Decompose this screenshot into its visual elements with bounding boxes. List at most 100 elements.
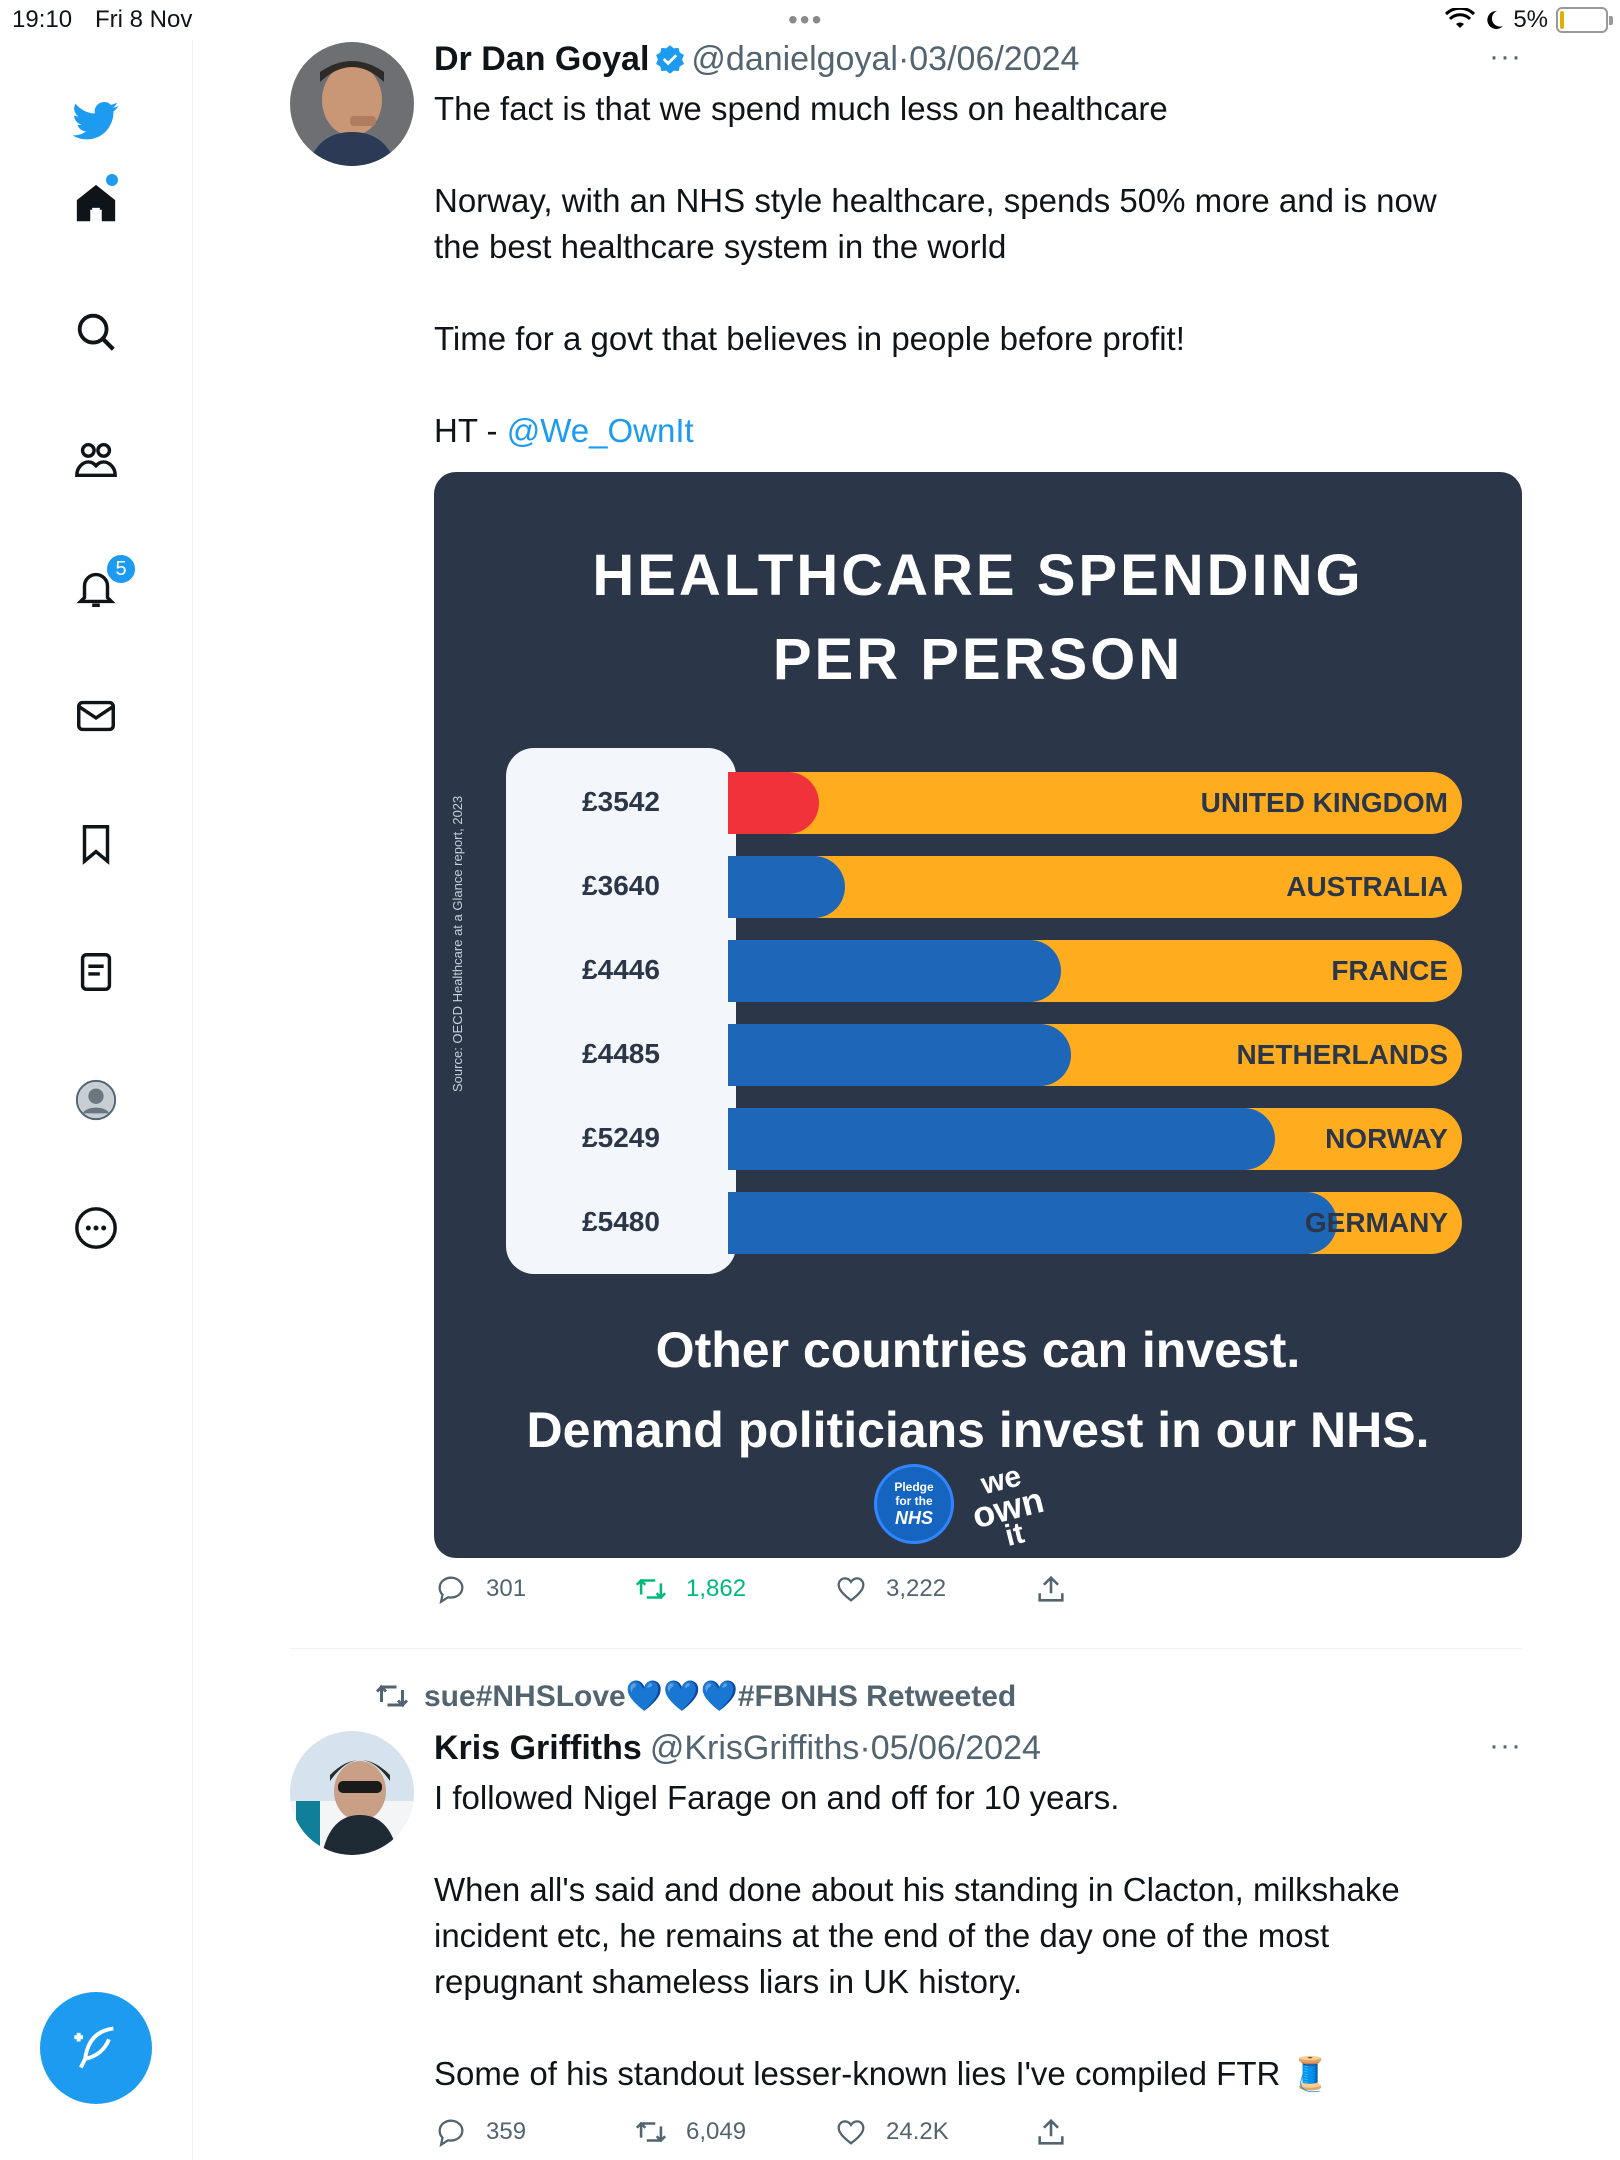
bar-track: FRANCE — [728, 940, 1462, 1002]
bar-fill — [728, 1024, 1071, 1086]
like-button[interactable]: 3,222 — [834, 1572, 946, 1606]
header-separator: · — [859, 1729, 871, 1767]
tweet-line: I followed Nigel Farage on and off for 1… — [434, 1779, 1120, 1816]
tweet-line: The fact is that we spend much less on h… — [434, 90, 1168, 127]
communities-icon[interactable] — [66, 430, 126, 490]
share-button[interactable] — [1034, 1572, 1068, 1606]
reply-count: 359 — [486, 2118, 527, 2145]
home-new-dot — [106, 174, 118, 186]
twitter-logo-icon[interactable] — [66, 90, 126, 150]
tweet-header: Kris Griffiths @KrisGriffiths·05/06/2024 — [434, 1729, 1041, 1768]
author-handle[interactable]: @danielgoyal — [691, 40, 898, 78]
tweet-more-menu-icon[interactable]: ··· — [1489, 40, 1522, 74]
retweet-count: 1,862 — [686, 1575, 747, 1602]
status-date: Fri 8 Nov — [95, 6, 193, 33]
chart-title: HEALTHCARE SPENDING PER PERSON — [434, 534, 1522, 702]
reply-icon — [438, 1576, 464, 1605]
chart-footer: Other countries can invest. Demand polit… — [434, 1310, 1522, 1470]
retweet-small-icon — [375, 1684, 409, 1708]
tweet-text: I followed Nigel Farage on and off for 1… — [434, 1775, 1514, 2097]
multitasking-dots-icon[interactable]: ••• — [788, 4, 823, 36]
retweet-icon — [635, 2121, 667, 2143]
like-count: 24.2K — [886, 2118, 949, 2145]
bar-value-label: £3542 — [582, 786, 660, 817]
lists-icon[interactable] — [66, 942, 126, 1002]
bar-value-label: £4485 — [582, 1038, 660, 1069]
bar-category-label: UNITED KINGDOM — [1200, 787, 1448, 818]
retweeted-label: #FBNHS Retweeted — [737, 1679, 1017, 1713]
bar-value-label: £4446 — [582, 954, 660, 985]
messages-mail-icon[interactable] — [66, 686, 126, 746]
bar-value-label: £5480 — [582, 1206, 660, 1237]
tweet-line-ht: HT - @We_OwnIt — [434, 408, 1514, 454]
retweet-button[interactable]: 1,862 — [634, 1572, 746, 1606]
search-icon[interactable] — [66, 302, 126, 362]
chart-footer-line2: Demand politicians invest in our NHS. — [526, 1402, 1430, 1458]
reply-icon — [438, 2119, 464, 2148]
author-name[interactable]: Dr Dan Goyal — [434, 40, 649, 78]
tweet[interactable]: Dr Dan Goyal @danielgoyal·03/06/2024 ··· … — [290, 40, 1522, 1680]
bar-track: AUSTRALIA — [728, 856, 1462, 918]
verified-badge-icon — [656, 45, 685, 74]
compose-tweet-button[interactable] — [40, 1992, 152, 2104]
share-button[interactable] — [1034, 2115, 1068, 2149]
tweet-date[interactable]: 05/06/2024 — [871, 1729, 1041, 1767]
bar-track: NETHERLANDS — [728, 1024, 1462, 1086]
tweet-line: incident etc, he remains at the end of t… — [434, 1917, 1330, 1954]
more-options-icon[interactable] — [66, 1198, 126, 1258]
bar-fill — [728, 772, 819, 834]
status-bar: 19:10 Fri 8 Nov ••• 5% — [0, 0, 1620, 40]
tweet[interactable]: Kris Griffiths @KrisGriffiths·05/06/2024 … — [290, 1729, 1522, 2160]
battery-percent: 5% — [1513, 6, 1548, 33]
logo1-text: NHS — [894, 1508, 933, 1528]
chart-footer-line1: Other countries can invest. — [655, 1322, 1301, 1378]
bar-track: NORWAY — [728, 1108, 1462, 1170]
logo1-text: for the — [895, 1494, 933, 1508]
mention-link[interactable]: @We_OwnIt — [507, 412, 694, 449]
like-button[interactable]: 24.2K — [834, 2115, 949, 2149]
sidebar-nav: 5 — [0, 40, 193, 2160]
tweet-line: the best healthcare system in the world — [434, 228, 1007, 265]
tweet-line: Time for a govt that believes in people … — [434, 320, 1185, 357]
tweet-header: Dr Dan Goyal @danielgoyal·03/06/2024 — [434, 40, 1079, 79]
tweet-line — [434, 362, 1514, 408]
tweet-line: When all's said and done about his stand… — [434, 1871, 1400, 1908]
avatar[interactable] — [290, 42, 414, 166]
retweeted-by-banner[interactable]: sue#NHSLove💙💙💙#FBNHS Retweeted — [374, 1678, 1016, 1714]
bookmark-icon[interactable] — [66, 814, 126, 874]
retweet-button[interactable]: 6,049 — [634, 2115, 746, 2149]
tweet-line — [434, 132, 1514, 178]
tweet-more-menu-icon[interactable]: ··· — [1489, 1729, 1522, 1763]
reply-button[interactable]: 301 — [434, 1572, 526, 1606]
tweet-line: Norway, with an NHS style healthcare, sp… — [434, 182, 1437, 219]
bar-fill — [728, 940, 1061, 1002]
wifi-icon — [1445, 8, 1476, 28]
tweet-actions: 301 1,862 3,222 — [434, 1572, 1134, 1612]
bar-track: UNITED KINGDOM — [728, 772, 1462, 834]
profile-avatar-icon[interactable] — [66, 1070, 126, 1130]
heart-icon — [837, 1577, 865, 1602]
bar-value-label: £3640 — [582, 870, 660, 901]
tweet-image-infographic[interactable]: HEALTHCARE SPENDING PER PERSON Source: O… — [434, 472, 1522, 1558]
blue-hearts: 💙💙💙 — [625, 1679, 738, 1713]
bar-fill — [728, 1108, 1275, 1170]
share-icon — [1038, 1575, 1064, 1602]
bar-category-label: AUSTRALIA — [1286, 871, 1448, 902]
author-name[interactable]: Kris Griffiths — [434, 1729, 642, 1767]
chart-source-note: Source: OECD Healthcare at a Glance repo… — [450, 795, 465, 1092]
tweet-line — [434, 270, 1514, 316]
author-handle[interactable]: @KrisGriffiths — [650, 1729, 860, 1767]
retweet-count: 6,049 — [686, 2118, 747, 2145]
bar-value-label: £5249 — [582, 1122, 660, 1153]
avatar[interactable] — [290, 1731, 414, 1855]
logo1-text: Pledge — [894, 1480, 934, 1494]
tweet-date[interactable]: 03/06/2024 — [909, 40, 1079, 78]
bar-fill — [728, 856, 845, 918]
reply-button[interactable]: 359 — [434, 2115, 526, 2149]
bar-category-label: NETHERLANDS — [1236, 1039, 1448, 1070]
value-panel — [506, 748, 736, 1274]
header-separator: · — [897, 40, 910, 78]
retweet-icon — [635, 1578, 667, 1600]
chart-title-line2: PER PERSON — [772, 627, 1184, 692]
bar-category-label: FRANCE — [1331, 955, 1448, 986]
